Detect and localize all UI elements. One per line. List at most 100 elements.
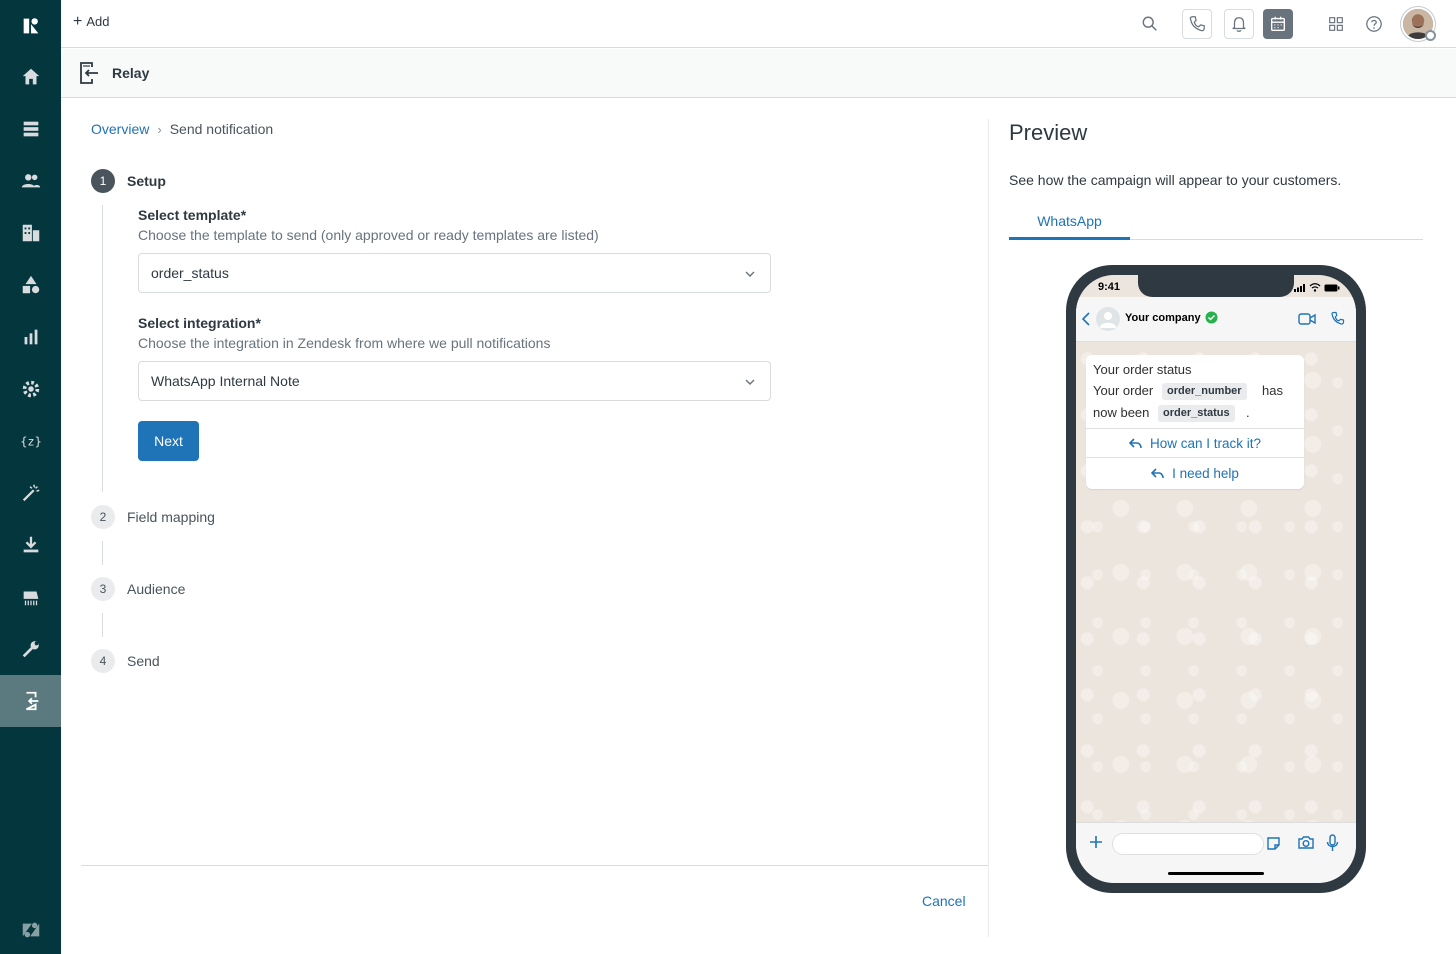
chat-input-bar (1076, 822, 1356, 883)
camera-icon (1298, 836, 1314, 849)
reporting-icon[interactable] (0, 311, 61, 363)
reply-icon (1151, 467, 1164, 478)
signal-icon (1294, 283, 1305, 292)
message-bubble: Your order status Your order order_numbe… (1086, 355, 1304, 489)
search-icon[interactable] (1135, 9, 1165, 39)
step-1-label: Setup (127, 173, 166, 189)
sticker-icon (1267, 837, 1280, 850)
breadcrumb: Overview › Send notification (91, 121, 273, 137)
left-nav: {z} (0, 0, 61, 954)
template-select[interactable]: order_status (138, 253, 771, 293)
variable-chip: order_number (1162, 383, 1247, 400)
contact-name: Your company (1125, 312, 1201, 324)
wifi-icon (1309, 283, 1321, 292)
placeholder-icon[interactable]: {z} (0, 415, 61, 467)
calendar-icon[interactable] (1263, 9, 1293, 39)
app-title: Relay (112, 65, 150, 81)
panel-divider (988, 119, 989, 937)
admin-icon[interactable] (0, 363, 61, 415)
presence-status-icon (1425, 30, 1436, 41)
add-label: Add (86, 14, 110, 29)
plus-icon (1090, 836, 1102, 848)
top-bar: + Add (61, 0, 1456, 48)
app-header: Relay (61, 49, 1456, 98)
objects-icon[interactable] (0, 259, 61, 311)
step-2-number: 2 (91, 505, 115, 529)
step-2-label: Field mapping (127, 509, 215, 525)
step-1-number: 1 (91, 169, 115, 193)
organizations-icon[interactable] (0, 207, 61, 259)
zendesk-logo-icon[interactable] (0, 0, 61, 52)
apps-grid-icon[interactable] (1321, 9, 1351, 39)
template-select-value: order_status (151, 265, 229, 281)
home-icon[interactable] (0, 51, 61, 103)
battery-icon (1324, 284, 1340, 291)
step-4-label: Send (127, 653, 160, 669)
preview-title: Preview (1009, 120, 1088, 145)
status-icons (1294, 283, 1340, 292)
views-icon[interactable] (0, 103, 61, 155)
step-3-label: Audience (127, 581, 186, 597)
help-icon[interactable] (1359, 9, 1389, 39)
message-line2-suffix: . (1246, 405, 1250, 420)
step-connector (102, 205, 103, 492)
step-connector (102, 613, 103, 637)
download-icon[interactable] (0, 519, 61, 571)
quick-reply-label: How can I track it? (1149, 435, 1262, 451)
chevron-left-icon (1082, 312, 1090, 326)
video-call-icon (1298, 313, 1316, 325)
home-indicator (1168, 872, 1264, 875)
status-time: 9:41 (1098, 281, 1121, 293)
reply-icon (1128, 437, 1142, 448)
relay-app-icon[interactable] (0, 675, 61, 727)
step-3-number: 3 (91, 577, 115, 601)
preview-description: See how the campaign will appear to your… (1009, 172, 1342, 188)
message-title: Your order status (1093, 362, 1192, 377)
relay-app-icon (80, 62, 98, 84)
footer-divider (81, 865, 989, 866)
phone-notch (1138, 275, 1294, 297)
phone-mockup: Your order status Your order order_numbe… (1066, 265, 1366, 893)
zendesk-z-icon[interactable] (0, 904, 61, 954)
plus-icon: + (73, 12, 83, 30)
quick-reply-button[interactable]: How can I track it? (1086, 428, 1304, 457)
chevron-down-icon (745, 271, 755, 277)
contact-avatar (1096, 307, 1120, 331)
svg-text:{z}: {z} (20, 435, 42, 449)
quick-reply-label: I need help (1172, 465, 1239, 481)
message-line1-suffix: has (1262, 383, 1283, 398)
message-line1-prefix: Your order (1093, 383, 1154, 398)
integration-hint: Choose the integration in Zendesk from w… (138, 335, 551, 351)
integration-label: Select integration* (138, 315, 261, 331)
tab-whatsapp[interactable]: WhatsApp (1009, 205, 1130, 240)
customers-icon[interactable] (0, 155, 61, 207)
phone-icon[interactable] (1182, 9, 1212, 39)
bell-icon[interactable] (1224, 9, 1254, 39)
preview-tabs: WhatsApp (1009, 205, 1423, 240)
microphone-icon (1326, 834, 1339, 851)
breadcrumb-overview-link[interactable]: Overview (91, 121, 149, 137)
chat-background: Your order status Your order order_numbe… (1076, 342, 1356, 822)
template-label: Select template* (138, 207, 247, 223)
step-connector (102, 541, 103, 565)
next-button[interactable]: Next (138, 421, 199, 461)
chat-input-field (1112, 833, 1264, 855)
quick-reply-button[interactable]: I need help (1086, 457, 1304, 488)
template-hint: Choose the template to send (only approv… (138, 227, 599, 243)
chevron-down-icon (745, 379, 755, 385)
cancel-button[interactable]: Cancel (922, 893, 966, 909)
integration-select[interactable]: WhatsApp Internal Note (138, 361, 771, 401)
chat-header: Your company (1076, 297, 1356, 342)
chevron-right-icon: › (157, 121, 162, 137)
printer-icon[interactable] (0, 571, 61, 623)
magic-wand-icon[interactable] (0, 467, 61, 519)
call-icon (1331, 311, 1345, 325)
wrench-icon[interactable] (0, 623, 61, 675)
add-button[interactable]: + Add (73, 12, 110, 30)
verified-icon (1205, 311, 1218, 324)
variable-chip: order_status (1158, 405, 1235, 422)
integration-select-value: WhatsApp Internal Note (151, 373, 300, 389)
message-line2-prefix: now been (1093, 405, 1150, 420)
breadcrumb-current: Send notification (169, 121, 274, 137)
step-4-number: 4 (91, 649, 115, 673)
